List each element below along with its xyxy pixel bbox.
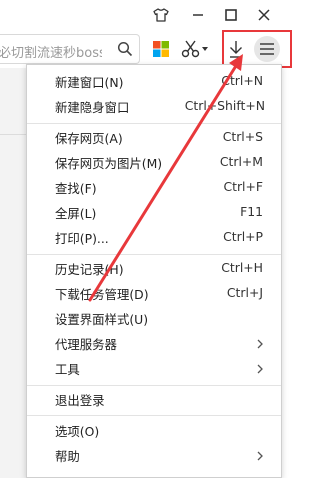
tshirt-icon[interactable]: [149, 3, 173, 27]
menu-item-new-incognito-window[interactable]: 新建隐身窗口 Ctrl+Shift+N: [27, 94, 281, 119]
browser-main-menu: 新建窗口(N) Ctrl+N 新建隐身窗口 Ctrl+Shift+N 保存网页(…: [26, 64, 282, 478]
search-input[interactable]: 必切割流速秒boss: [0, 34, 140, 64]
menu-item-label: 设置界面样式(U): [55, 312, 149, 327]
menu-item-logout[interactable]: 退出登录: [27, 387, 281, 412]
search-icon[interactable]: [117, 41, 133, 61]
menu-item-label: 选项(O): [55, 424, 100, 439]
menu-separator: [27, 123, 281, 124]
chevron-right-icon: [257, 449, 263, 464]
menu-item-history[interactable]: 历史记录(H) Ctrl+H: [27, 256, 281, 281]
menu-separator: [27, 254, 281, 255]
scissors-icon[interactable]: [180, 38, 202, 60]
menu-item-shortcut: Ctrl+N: [221, 73, 263, 88]
menu-item-print[interactable]: 打印(P)... Ctrl+P: [27, 225, 281, 250]
menu-separator: [27, 385, 281, 386]
menu-item-label: 保存网页(A): [55, 131, 123, 146]
close-icon[interactable]: [252, 3, 276, 27]
search-text: 必切割流速秒boss: [0, 46, 102, 61]
menu-item-help[interactable]: 帮助: [27, 443, 281, 468]
menu-item-proxy-server[interactable]: 代理服务器: [27, 331, 281, 356]
menu-item-label: 代理服务器: [55, 337, 117, 352]
menu-item-label: 帮助: [55, 449, 80, 464]
menu-item-save-page[interactable]: 保存网页(A) Ctrl+S: [27, 125, 281, 150]
menu-item-shortcut: Ctrl+S: [222, 129, 263, 144]
menu-item-shortcut: Ctrl+M: [219, 154, 263, 169]
page-right-edge: [282, 68, 296, 478]
window-titlebar: [0, 0, 296, 30]
menu-item-download-manager[interactable]: 下载任务管理(D) Ctrl+J: [27, 281, 281, 306]
menu-item-shortcut: Ctrl+J: [226, 285, 263, 300]
menu-item-interface-style[interactable]: 设置界面样式(U): [27, 306, 281, 331]
highlight-annotation-box: [222, 30, 292, 68]
menu-item-shortcut: F11: [240, 204, 263, 219]
menu-item-label: 打印(P)...: [55, 231, 109, 246]
menu-item-label: 新建窗口(N): [55, 75, 124, 90]
menu-item-label: 下载任务管理(D): [55, 287, 149, 302]
chevron-right-icon: [257, 362, 263, 377]
maximize-icon[interactable]: [219, 3, 243, 27]
menu-item-label: 新建隐身窗口: [55, 100, 130, 115]
minimize-icon[interactable]: [186, 3, 210, 27]
menu-item-label: 历史记录(H): [55, 262, 124, 277]
menu-item-label: 全屏(L): [55, 206, 97, 221]
menu-separator: [27, 415, 281, 416]
menu-item-tools[interactable]: 工具: [27, 356, 281, 381]
menu-item-shortcut: Ctrl+H: [221, 260, 263, 275]
menu-item-label: 查找(F): [55, 181, 97, 196]
menu-item-shortcut: Ctrl+F: [223, 179, 263, 194]
menu-item-label: 工具: [55, 362, 80, 377]
menu-item-new-window[interactable]: 新建窗口(N) Ctrl+N: [27, 69, 281, 94]
menu-item-options[interactable]: 选项(O): [27, 418, 281, 443]
menu-item-label: 退出登录: [55, 393, 105, 408]
menu-item-label: 保存网页为图片(M): [55, 156, 163, 171]
menu-item-shortcut: Ctrl+Shift+N: [184, 98, 265, 113]
menu-item-fullscreen[interactable]: 全屏(L) F11: [27, 200, 281, 225]
dropdown-caret-icon[interactable]: [200, 38, 210, 60]
menu-item-find[interactable]: 查找(F) Ctrl+F: [27, 175, 281, 200]
chevron-right-icon: [257, 337, 263, 352]
microsoft-apps-icon[interactable]: [150, 38, 172, 60]
menu-item-save-page-as-image[interactable]: 保存网页为图片(M) Ctrl+M: [27, 150, 281, 175]
menu-item-shortcut: Ctrl+P: [223, 229, 263, 244]
divider: [0, 134, 26, 135]
